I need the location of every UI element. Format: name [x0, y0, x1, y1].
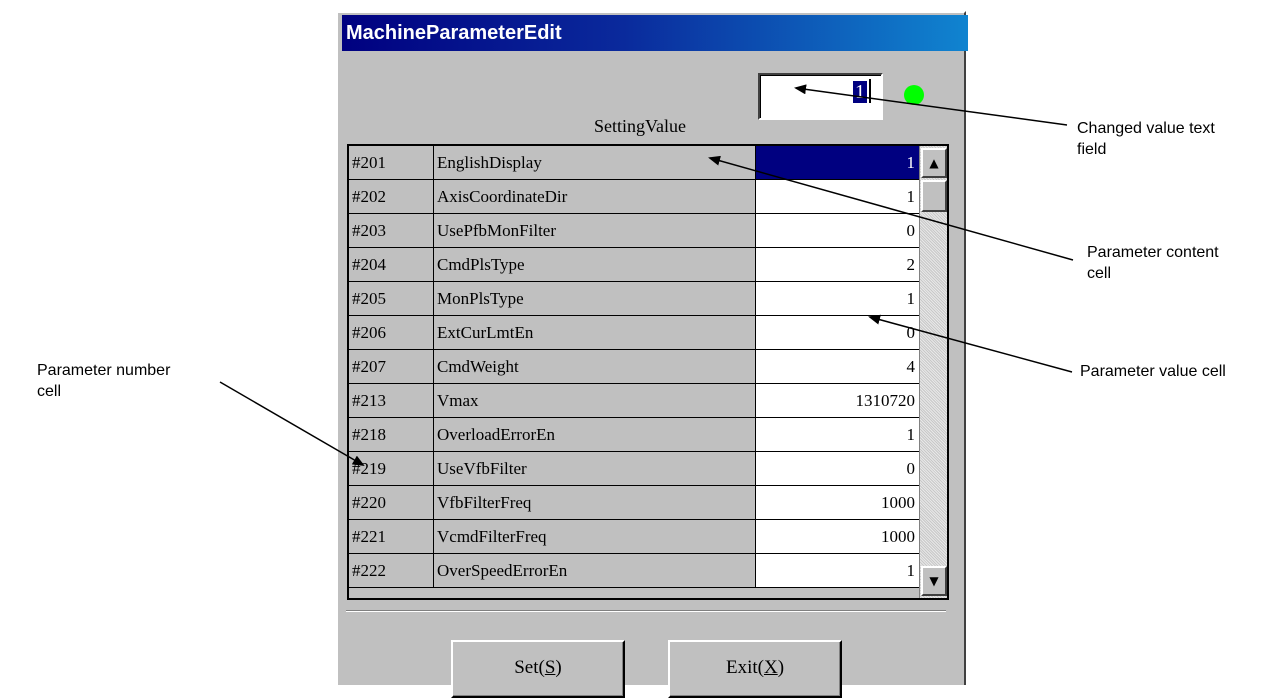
- parameter-number-cell[interactable]: #201: [349, 146, 434, 180]
- parameter-number-cell[interactable]: #219: [349, 452, 434, 486]
- status-indicator-icon: [904, 85, 924, 105]
- parameter-content-cell[interactable]: ExtCurLmtEn: [434, 316, 756, 350]
- parameter-number-cell[interactable]: #207: [349, 350, 434, 384]
- parameter-content-cell[interactable]: CmdPlsType: [434, 248, 756, 282]
- table-row[interactable]: #213 Vmax 1310720: [349, 384, 921, 418]
- parameter-number-cell[interactable]: #213: [349, 384, 434, 418]
- parameter-value-cell[interactable]: 1000: [756, 520, 921, 554]
- setting-value-text: 1: [853, 81, 867, 103]
- parameter-value-cell[interactable]: 4: [756, 350, 921, 384]
- parameter-content-cell[interactable]: EnglishDisplay: [434, 146, 756, 180]
- parameter-number-cell[interactable]: #220: [349, 486, 434, 520]
- parameter-number-cell[interactable]: #222: [349, 554, 434, 588]
- text-caret: [869, 79, 871, 103]
- parameter-content-cell[interactable]: UsePfbMonFilter: [434, 214, 756, 248]
- table-row[interactable]: #201 EnglishDisplay 1: [349, 146, 921, 180]
- setting-value-input[interactable]: 1: [758, 73, 883, 120]
- annotation-content-cell: Parameter content cell: [1087, 244, 1219, 282]
- parameter-value-cell[interactable]: 2: [756, 248, 921, 282]
- parameter-number-cell[interactable]: #206: [349, 316, 434, 350]
- annotation-value-cell: Parameter value cell: [1080, 363, 1226, 380]
- vertical-scrollbar[interactable]: ▲ ▼: [919, 146, 947, 598]
- scroll-thumb[interactable]: [921, 180, 947, 212]
- parameter-value-cell[interactable]: 1: [756, 282, 921, 316]
- parameter-table[interactable]: #201 EnglishDisplay 1 #202 AxisCoordinateDir…: [347, 144, 949, 600]
- parameter-value-cell[interactable]: 1: [756, 146, 921, 180]
- table-row[interactable]: #218 OverloadErrorEn 1: [349, 418, 921, 452]
- parameter-value-cell[interactable]: 0: [756, 214, 921, 248]
- parameter-number-cell[interactable]: #218: [349, 418, 434, 452]
- annotation-changed-value: Changed value text field: [1077, 120, 1215, 158]
- table-row[interactable]: #205 MonPlsType 1: [349, 282, 921, 316]
- setting-value-label: SettingValue: [594, 116, 686, 136]
- parameter-content-cell[interactable]: OverloadErrorEn: [434, 418, 756, 452]
- parameter-number-cell[interactable]: #203: [349, 214, 434, 248]
- window-title: MachineParameterEdit: [342, 15, 968, 51]
- table-row[interactable]: #222 OverSpeedErrorEn 1: [349, 554, 921, 588]
- parameter-content-cell[interactable]: CmdWeight: [434, 350, 756, 384]
- parameter-number-cell[interactable]: #202: [349, 180, 434, 214]
- parameter-value-cell[interactable]: 0: [756, 316, 921, 350]
- table-row[interactable]: #204 CmdPlsType 2: [349, 248, 921, 282]
- parameter-number-cell[interactable]: #204: [349, 248, 434, 282]
- parameter-value-cell[interactable]: 0: [756, 452, 921, 486]
- parameter-number-cell[interactable]: #205: [349, 282, 434, 316]
- machine-parameter-edit-dialog: MachineParameterEdit SettingValue 1 #201…: [336, 11, 968, 698]
- parameter-number-cell[interactable]: #221: [349, 520, 434, 554]
- parameter-content-cell[interactable]: AxisCoordinateDir: [434, 180, 756, 214]
- table-row[interactable]: #219 UseVfbFilter 0: [349, 452, 921, 486]
- scroll-up-icon[interactable]: ▲: [921, 148, 947, 178]
- parameter-content-cell[interactable]: VfbFilterFreq: [434, 486, 756, 520]
- table-row[interactable]: #221 VcmdFilterFreq 1000: [349, 520, 921, 554]
- table-row[interactable]: #203 UsePfbMonFilter 0: [349, 214, 921, 248]
- table-row[interactable]: #207 CmdWeight 4: [349, 350, 921, 384]
- table-row[interactable]: #206 ExtCurLmtEn 0: [349, 316, 921, 350]
- parameter-content-cell[interactable]: VcmdFilterFreq: [434, 520, 756, 554]
- set-button[interactable]: Set(S): [451, 640, 625, 698]
- parameter-content-cell[interactable]: MonPlsType: [434, 282, 756, 316]
- parameter-value-cell[interactable]: 1: [756, 554, 921, 588]
- parameter-value-cell[interactable]: 1: [756, 418, 921, 452]
- parameter-content-cell[interactable]: Vmax: [434, 384, 756, 418]
- divider: [346, 610, 946, 612]
- parameter-value-cell[interactable]: 1: [756, 180, 921, 214]
- table-row[interactable]: #202 AxisCoordinateDir 1: [349, 180, 921, 214]
- table-row[interactable]: #220 VfbFilterFreq 1000: [349, 486, 921, 520]
- parameter-value-cell[interactable]: 1310720: [756, 384, 921, 418]
- parameter-value-cell[interactable]: 1000: [756, 486, 921, 520]
- scroll-down-icon[interactable]: ▼: [921, 566, 947, 596]
- exit-button[interactable]: Exit(X): [668, 640, 842, 698]
- annotation-number-cell: Parameter number cell: [37, 362, 171, 400]
- parameter-content-cell[interactable]: UseVfbFilter: [434, 452, 756, 486]
- parameter-content-cell[interactable]: OverSpeedErrorEn: [434, 554, 756, 588]
